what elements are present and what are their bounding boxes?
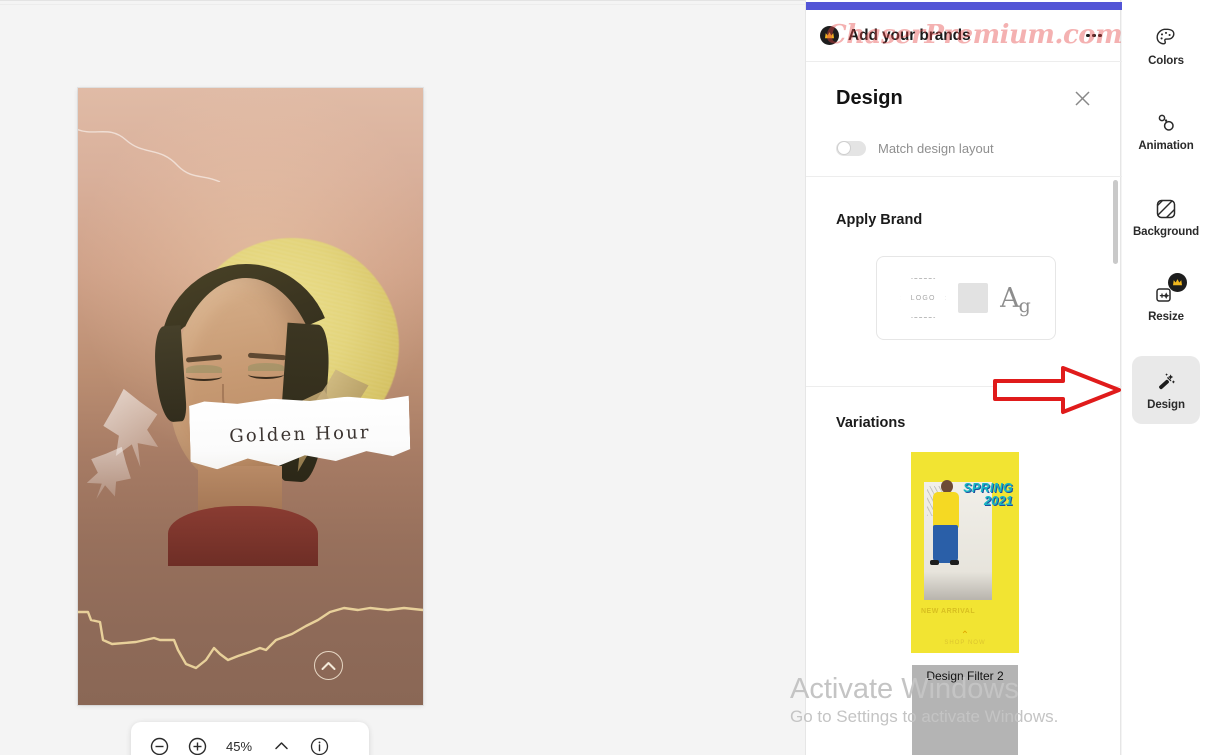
panel-divider-variations (806, 386, 1122, 387)
rail-item-background[interactable]: Background (1132, 183, 1200, 251)
close-icon[interactable] (1070, 86, 1094, 110)
rail-label-resize: Resize (1148, 311, 1184, 323)
variations-section-label: Variations (836, 415, 906, 431)
variation-tooltip-label: Design Filter 2 (926, 669, 1004, 683)
variation-model-pants (933, 525, 958, 563)
brand-color-swatch (958, 283, 989, 313)
top-hairline-secondary (0, 4, 805, 5)
tool-rail: Colors Animation Background Resize Desig… (1122, 0, 1211, 755)
variation-model-shoe-right (950, 560, 959, 565)
panel-title-row: Design (806, 74, 1122, 122)
white-thread-line (78, 128, 221, 182)
premium-crown-icon (1168, 273, 1187, 292)
match-design-layout-label: Match design layout (878, 140, 994, 156)
panel-scrollbar-thumb[interactable] (1113, 180, 1118, 264)
variation-thumbnail[interactable]: SPRING 2021 NEW ARRIVAL ⌃ SHOP NOW (911, 452, 1019, 653)
rail-item-design[interactable]: Design (1132, 356, 1200, 424)
portrait-garment (168, 506, 318, 566)
portrait-eye-right (248, 370, 284, 379)
page-title: Design (836, 86, 903, 109)
zoom-toolbar[interactable]: 45% (131, 722, 369, 755)
rail-label-colors: Colors (1148, 55, 1184, 67)
top-hairline (0, 0, 805, 1)
logo-placeholder-icon: LOGO (900, 278, 947, 318)
app-root: Golden Hour 45% Add your brands Design M… (0, 0, 1211, 755)
portrait-eye-left (186, 372, 222, 381)
rail-item-resize[interactable]: Resize (1132, 268, 1200, 336)
variation-tooltip: Design Filter 2 (912, 665, 1018, 755)
apply-brand-section-label: Apply Brand (836, 212, 923, 228)
canvas-info-icon[interactable] (303, 730, 335, 755)
variation-headline: SPRING 2021 (963, 482, 1013, 508)
font-sample-a: A (1000, 282, 1020, 314)
zoom-expand-chevron-icon[interactable] (265, 730, 297, 755)
rail-label-animation: Animation (1138, 140, 1194, 152)
match-design-layout-toggle[interactable] (836, 140, 866, 156)
crown-icon (820, 26, 839, 45)
resize-icon (1153, 273, 1187, 307)
zoom-level-value[interactable]: 45% (219, 739, 259, 754)
palette-icon (1153, 25, 1179, 51)
brand-more-options-button[interactable] (1080, 22, 1108, 50)
variation-caption: NEW ARRIVAL (921, 608, 976, 615)
background-icon (1153, 196, 1179, 222)
magic-wand-icon (1153, 369, 1179, 395)
panel-accent-bar (806, 2, 1122, 10)
match-design-layout-row[interactable]: Match design layout (806, 132, 1122, 164)
gold-wave-line (78, 606, 423, 670)
variation-footer: SHOP NOW (944, 640, 986, 646)
design-panel: Add your brands Design Match design layo… (805, 0, 1122, 755)
zoom-out-button[interactable] (143, 730, 175, 755)
design-canvas[interactable]: Golden Hour (78, 88, 423, 705)
zoom-in-button[interactable] (181, 730, 213, 755)
brand-header-title: Add your brands (848, 26, 971, 44)
variation-model-top (933, 492, 959, 528)
brand-header[interactable]: Add your brands (806, 10, 1122, 62)
apply-brand-card[interactable]: LOGO Ag (876, 256, 1056, 340)
canvas-collapse-chevron-icon[interactable] (314, 651, 343, 680)
variation-model-shoe-left (930, 560, 939, 565)
animation-icon (1153, 110, 1179, 136)
brand-font-sample: Ag (1000, 282, 1032, 316)
rail-item-animation[interactable]: Animation (1132, 97, 1200, 165)
panel-divider-top (806, 176, 1122, 177)
rail-item-colors[interactable]: Colors (1132, 12, 1200, 80)
variation-headline-line2: 2021 (983, 494, 1013, 508)
font-sample-g: g (1018, 294, 1031, 317)
rail-label-background: Background (1132, 226, 1200, 238)
rail-label-design: Design (1147, 399, 1185, 411)
